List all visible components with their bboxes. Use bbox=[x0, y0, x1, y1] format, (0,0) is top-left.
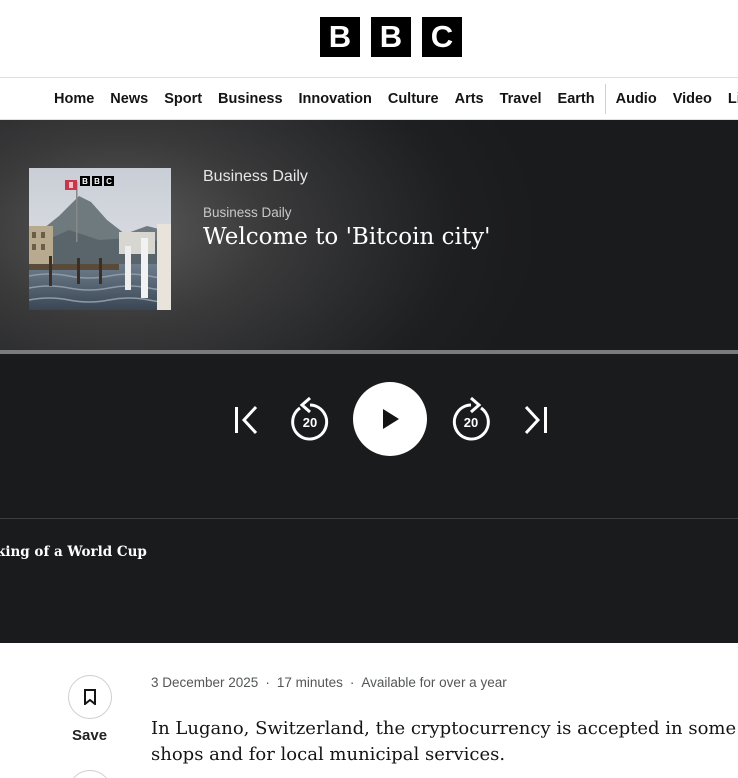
nav-item-audio[interactable]: Audio bbox=[608, 91, 665, 107]
bbc-logo[interactable]: B B C bbox=[320, 17, 462, 57]
save-label: Save bbox=[72, 727, 108, 744]
nav-item-video[interactable]: Video bbox=[665, 91, 720, 107]
play-icon bbox=[383, 409, 399, 429]
artwork-logo-block: C bbox=[104, 176, 114, 186]
forward-20-button[interactable]: 20 bbox=[449, 396, 493, 444]
episode-duration: 17 minutes bbox=[276, 675, 343, 690]
skip-next-button[interactable] bbox=[520, 402, 552, 438]
audio-player: B B C Business Daily Business Daily Welc… bbox=[0, 120, 738, 643]
share-button[interactable] bbox=[68, 770, 112, 778]
nav-item-home[interactable]: Home bbox=[46, 91, 102, 107]
meta-separator: · bbox=[265, 675, 270, 690]
nav-item-news[interactable]: News bbox=[102, 91, 156, 107]
episode-description: In Lugano, Switzerland, the cryptocurren… bbox=[151, 718, 737, 765]
episode-title: Welcome to 'Bitcoin city' bbox=[203, 224, 491, 250]
logo-block-3: C bbox=[422, 17, 462, 57]
nav-item-arts[interactable]: Arts bbox=[447, 91, 492, 107]
artwork-logo-block: B bbox=[80, 176, 90, 186]
forward-20-icon: 20 bbox=[452, 396, 490, 441]
save-button[interactable] bbox=[68, 675, 112, 719]
skip-previous-icon bbox=[235, 405, 258, 435]
episode-artwork: B B C bbox=[29, 168, 171, 310]
nav-item-live[interactable]: Live bbox=[720, 91, 738, 107]
episode-date: 3 December 2025 bbox=[151, 675, 259, 690]
play-button[interactable] bbox=[353, 382, 427, 456]
rewind-20-button[interactable]: 20 bbox=[288, 396, 332, 444]
meta-separator: · bbox=[349, 675, 355, 690]
nav-item-travel[interactable]: Travel bbox=[492, 91, 550, 107]
nav-item-sport[interactable]: Sport bbox=[156, 91, 210, 107]
rewind-20-icon: 20 bbox=[291, 396, 329, 441]
skip-previous-button[interactable] bbox=[230, 402, 262, 438]
nav-divider bbox=[604, 84, 606, 114]
nav-item-business[interactable]: Business bbox=[210, 91, 290, 107]
show-name-link[interactable]: Business Daily bbox=[203, 168, 308, 186]
skip-next-icon bbox=[524, 405, 547, 435]
progress-bar[interactable] bbox=[0, 350, 738, 354]
masthead: B B C bbox=[0, 0, 738, 77]
series-name: Business Daily bbox=[203, 205, 292, 220]
nav-item-innovation[interactable]: Innovation bbox=[291, 91, 380, 107]
logo-block-2: B bbox=[371, 17, 411, 57]
next-episode-link[interactable]: king of a World Cup bbox=[0, 544, 147, 560]
forward-seconds-label: 20 bbox=[464, 415, 478, 430]
player-header: B B C Business Daily Business Daily Welc… bbox=[0, 120, 738, 350]
player-controls: 20 20 bbox=[0, 382, 738, 458]
rewind-seconds-label: 20 bbox=[303, 415, 317, 430]
artwork-logo-block: B bbox=[92, 176, 102, 186]
logo-block-1: B bbox=[320, 17, 360, 57]
bookmark-icon bbox=[84, 689, 96, 705]
artwork-bbc-logo: B B C bbox=[80, 176, 114, 186]
episode-meta: 3 December 2025 · 17 minutes · Available… bbox=[151, 675, 507, 690]
nav-item-culture[interactable]: Culture bbox=[380, 91, 447, 107]
nav-item-earth[interactable]: Earth bbox=[550, 91, 603, 107]
main-nav: Home News Sport Business Innovation Cult… bbox=[0, 77, 738, 120]
episode-availability: Available for over a year bbox=[361, 675, 507, 690]
player-divider bbox=[0, 518, 738, 519]
